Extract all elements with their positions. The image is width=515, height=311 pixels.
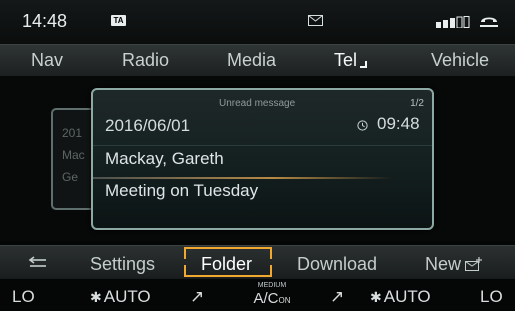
fan-icon: ✱ bbox=[90, 289, 102, 305]
submenu-indicator-icon bbox=[360, 61, 368, 68]
airflow-icon[interactable]: ↗ bbox=[330, 287, 344, 307]
ta-badge: TA bbox=[111, 15, 126, 26]
message-page-indicator: 1/2 bbox=[410, 98, 424, 109]
message-time: 09:48 bbox=[377, 114, 420, 133]
main-navigation-bar: Nav Radio Media Tel Vehicle bbox=[0, 44, 515, 77]
ac-button[interactable]: MEDIUM A/CON bbox=[248, 282, 296, 309]
message-subject: Meeting on Tuesday bbox=[105, 181, 259, 200]
message-sender: Mackay, Gareth bbox=[105, 149, 224, 168]
signal-strength-icon bbox=[436, 16, 470, 28]
new-envelope-icon bbox=[465, 257, 483, 271]
nav-tab-nav[interactable]: Nav bbox=[31, 50, 63, 71]
previous-card-date: 201 bbox=[62, 126, 83, 140]
ac-sub-label: ON bbox=[278, 296, 291, 305]
nav-tab-radio[interactable]: Radio bbox=[122, 50, 169, 71]
message-card[interactable]: Unread message 1/2 2016/06/01 09:48 Mack… bbox=[91, 88, 434, 230]
status-time: 14:48 bbox=[22, 11, 68, 31]
phone-handset-icon bbox=[480, 17, 498, 27]
previous-card-sender: Mac bbox=[62, 148, 85, 162]
airflow-icon[interactable]: ↗ bbox=[190, 287, 204, 307]
nav-tab-tel[interactable]: Tel bbox=[334, 50, 368, 71]
envelope-icon bbox=[308, 15, 323, 26]
right-fan-control[interactable]: ✱ AUTO bbox=[370, 287, 431, 307]
nav-tab-media[interactable]: Media bbox=[227, 50, 276, 71]
right-temperature[interactable]: LO bbox=[480, 287, 503, 307]
previous-card-subject: Ge bbox=[62, 170, 79, 184]
status-bar: 14:48 TA bbox=[0, 0, 515, 44]
message-date: 2016/06/01 bbox=[105, 116, 191, 135]
clock-icon bbox=[357, 120, 368, 131]
right-fan-label: AUTO bbox=[383, 287, 431, 306]
climate-bar: LO ✱ AUTO ↗ MEDIUM A/CON ↗ ✱ AUTO LO bbox=[0, 278, 515, 311]
new-message-label: New bbox=[425, 254, 462, 274]
nav-tab-tel-label: Tel bbox=[334, 50, 358, 70]
back-arrow-icon[interactable] bbox=[28, 256, 48, 268]
left-fan-control[interactable]: ✱ AUTO bbox=[90, 287, 151, 307]
settings-button[interactable]: Settings bbox=[90, 254, 155, 275]
function-bar: Settings Folder Download New bbox=[0, 245, 515, 278]
left-temperature[interactable]: LO bbox=[12, 287, 35, 307]
left-fan-label: AUTO bbox=[103, 287, 151, 306]
download-button[interactable]: Download bbox=[297, 254, 377, 275]
divider bbox=[93, 145, 432, 146]
ac-label: A/C bbox=[253, 290, 279, 307]
fan-icon: ✱ bbox=[370, 289, 382, 305]
message-status-label: Unread message bbox=[219, 98, 296, 109]
head-unit-screen: 14:48 TA Nav Radio Media Tel Vehicle 201… bbox=[0, 0, 515, 311]
folder-button[interactable]: Folder bbox=[201, 254, 252, 275]
new-message-button[interactable]: New bbox=[425, 254, 483, 275]
divider-highlight bbox=[93, 177, 393, 179]
nav-tab-vehicle[interactable]: Vehicle bbox=[431, 50, 489, 71]
ac-mode-label: MEDIUM bbox=[257, 282, 287, 289]
